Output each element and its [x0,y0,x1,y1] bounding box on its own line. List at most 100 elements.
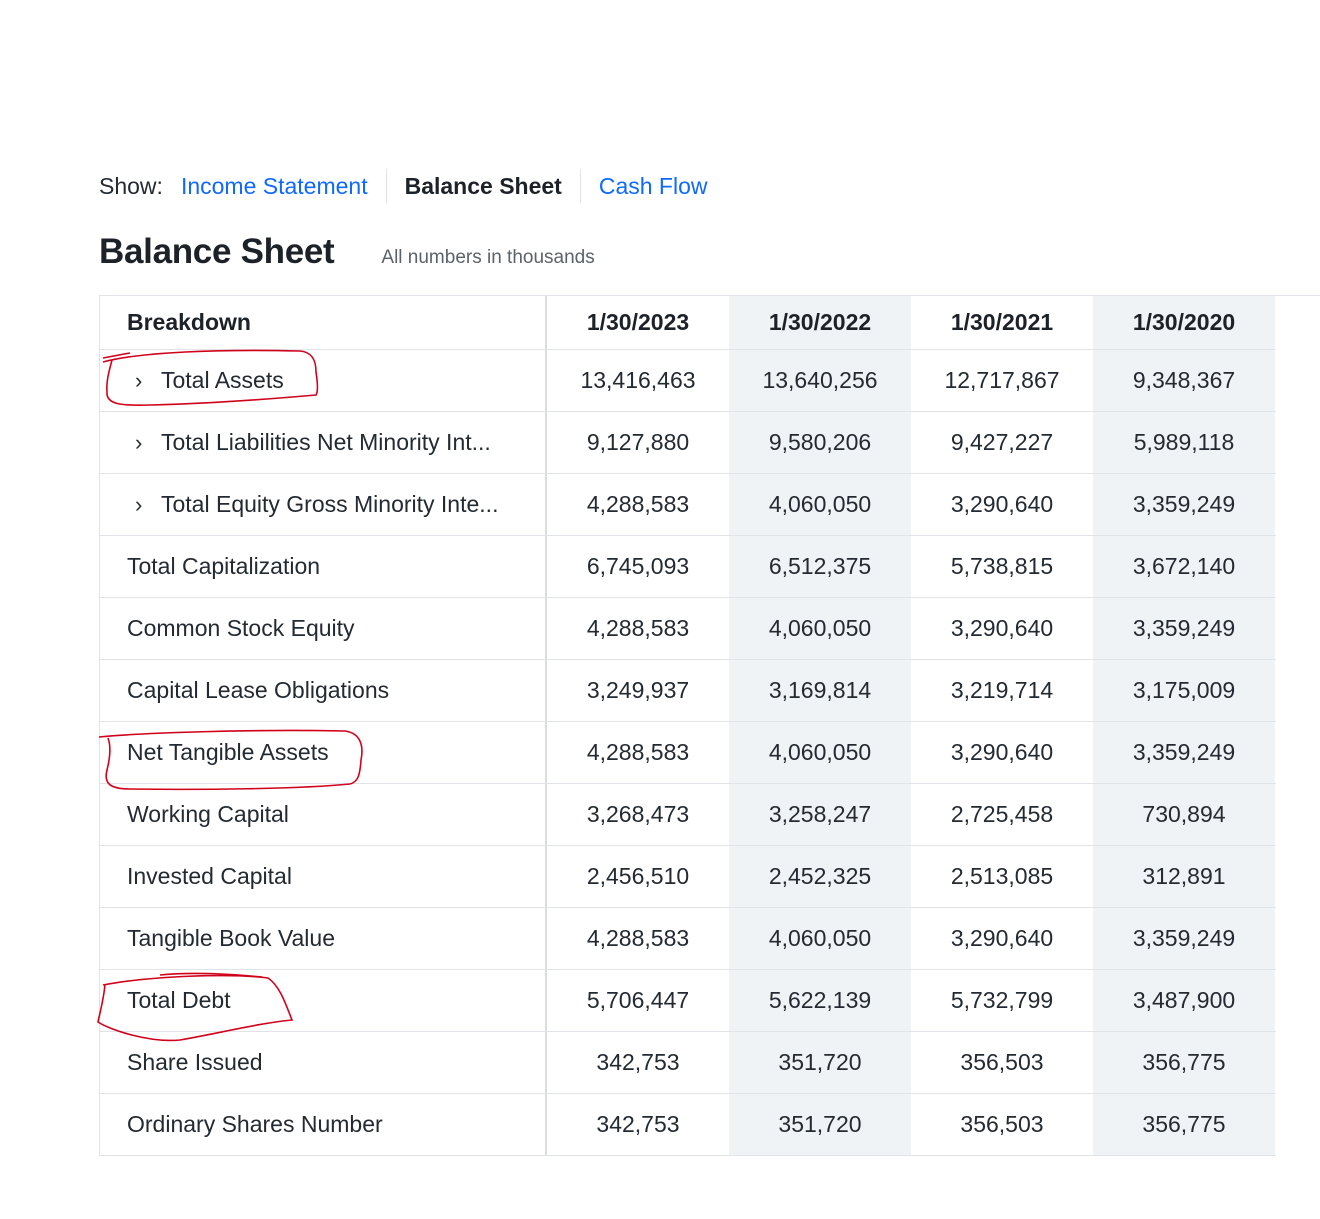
row-label[interactable]: › Total Liabilities Net Minority Int... [100,412,547,473]
table-row: Ordinary Shares Number 342,753 351,720 356,… [100,1094,1276,1156]
value-cell: 356,775 [1093,1032,1275,1093]
row-label-text: Total Debt [127,987,231,1013]
value-cell: 3,290,640 [911,722,1093,783]
row-label-text: Share Issued [127,1049,263,1075]
value-cell: 3,290,640 [911,908,1093,969]
value-cell: 9,127,880 [547,412,729,473]
value-cell: 2,456,510 [547,846,729,907]
value-cell: 5,706,447 [547,970,729,1031]
value-cell: 4,288,583 [547,722,729,783]
chevron-right-icon[interactable]: › [135,430,159,456]
table-row: Invested Capital 2,456,510 2,452,325 2,513,… [100,846,1276,908]
value-cell: 356,503 [911,1094,1093,1155]
value-cell: 4,060,050 [729,722,911,783]
units-note: All numbers in thousands [381,247,595,268]
row-label: Total Capitalization [100,536,547,597]
row-label-text: Total Capitalization [127,553,321,579]
tab-income-statement[interactable]: Income Statement [181,169,386,203]
row-label-text: Net Tangible Assets [127,739,329,765]
value-cell: 3,290,640 [911,474,1093,535]
value-cell: 3,359,249 [1093,908,1275,969]
row-label: Capital Lease Obligations [100,660,547,721]
value-cell: 3,249,937 [547,660,729,721]
value-cell: 312,891 [1093,846,1275,907]
value-cell: 13,640,256 [729,350,911,411]
table-row: Net Tangible Assets 4,288,583 4,060,050 3,2… [100,722,1276,784]
row-label-text: Total Equity Gross Minority Inte... [161,491,499,517]
table-row[interactable]: › Total Liabilities Net Minority Int... 9,… [100,412,1276,474]
value-cell: 5,738,815 [911,536,1093,597]
value-cell: 2,725,458 [911,784,1093,845]
row-label: Invested Capital [100,846,547,907]
row-label-text: Common Stock Equity [127,615,355,641]
value-cell: 342,753 [547,1094,729,1155]
table-row: Tangible Book Value 4,288,583 4,060,050 3,2… [100,908,1276,970]
value-cell: 2,452,325 [729,846,911,907]
value-cell: 4,288,583 [547,598,729,659]
value-cell: 4,060,050 [729,598,911,659]
table-row: Total Debt 5,706,447 5,622,139 5,732,799 3,4… [100,970,1276,1032]
tab-balance-sheet[interactable]: Balance Sheet [387,169,580,203]
balance-sheet-table: Breakdown 1/30/2023 1/30/2022 1/30/2021 … [99,296,1276,1156]
value-cell: 351,720 [729,1094,911,1155]
value-cell: 351,720 [729,1032,911,1093]
value-cell: 3,487,900 [1093,970,1275,1031]
table-row: Common Stock Equity 4,288,583 4,060,050 3,2… [100,598,1276,660]
chevron-right-icon[interactable]: › [135,368,159,394]
row-label[interactable]: › Total Assets [100,350,547,411]
row-label: Common Stock Equity [100,598,547,659]
value-cell: 13,416,463 [547,350,729,411]
table-row: Total Capitalization 6,745,093 6,512,375 5,… [100,536,1276,598]
row-label-text: Tangible Book Value [127,925,335,951]
table-row: Working Capital 3,268,473 3,258,247 2,725,4… [100,784,1276,846]
row-label-text: Total Liabilities Net Minority Int... [161,429,491,455]
value-cell: 3,359,249 [1093,598,1275,659]
value-cell: 3,268,473 [547,784,729,845]
row-label-text: Ordinary Shares Number [127,1111,383,1137]
row-label-text: Working Capital [127,801,289,827]
value-cell: 12,717,867 [911,350,1093,411]
table-body: › Total Assets 13,416,463 13,640,256 12,717,… [100,350,1276,1156]
value-cell: 356,503 [911,1032,1093,1093]
row-label-text: Total Assets [161,367,284,393]
chevron-right-icon[interactable]: › [135,492,159,518]
value-cell: 6,512,375 [729,536,911,597]
value-cell: 3,219,714 [911,660,1093,721]
row-label: Total Debt [100,970,547,1031]
value-cell: 730,894 [1093,784,1275,845]
value-cell: 5,622,139 [729,970,911,1031]
row-label: Working Capital [100,784,547,845]
value-cell: 9,580,206 [729,412,911,473]
table-header-row: Breakdown 1/30/2023 1/30/2022 1/30/2021 … [100,296,1276,350]
value-cell: 5,732,799 [911,970,1093,1031]
value-cell: 9,348,367 [1093,350,1275,411]
value-cell: 3,169,814 [729,660,911,721]
row-label: Share Issued [100,1032,547,1093]
header-date: 1/30/2021 [911,296,1093,349]
page-title: Balance Sheet [99,232,335,271]
value-cell: 3,672,140 [1093,536,1275,597]
value-cell: 3,359,249 [1093,474,1275,535]
value-cell: 2,513,085 [911,846,1093,907]
statement-tabs: Show: Income Statement Balance Sheet Cas… [99,168,726,204]
value-cell: 3,290,640 [911,598,1093,659]
row-label-text: Invested Capital [127,863,292,889]
value-cell: 4,288,583 [547,908,729,969]
header-date: 1/30/2022 [729,296,911,349]
table-row[interactable]: › Total Assets 13,416,463 13,640,256 12,717,… [100,350,1276,412]
row-label[interactable]: › Total Equity Gross Minority Inte... [100,474,547,535]
show-label: Show: [99,172,163,199]
value-cell: 342,753 [547,1032,729,1093]
row-label: Tangible Book Value [100,908,547,969]
row-label: Net Tangible Assets [100,722,547,783]
table-row[interactable]: › Total Equity Gross Minority Inte... 4,28… [100,474,1276,536]
value-cell: 3,175,009 [1093,660,1275,721]
row-label: Ordinary Shares Number [100,1094,547,1155]
value-cell: 356,775 [1093,1094,1275,1155]
section-heading: Balance Sheet All numbers in thousands [99,232,595,272]
tab-cash-flow[interactable]: Cash Flow [581,169,726,203]
table-row: Capital Lease Obligations 3,249,937 3,169,… [100,660,1276,722]
value-cell: 4,060,050 [729,908,911,969]
value-cell: 4,060,050 [729,474,911,535]
table-row: Share Issued 342,753 351,720 356,503 356,775 [100,1032,1276,1094]
